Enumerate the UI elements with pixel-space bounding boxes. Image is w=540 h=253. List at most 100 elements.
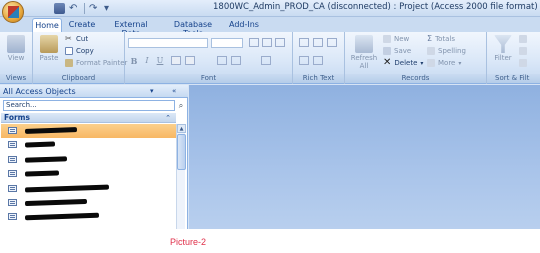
copy-button[interactable]: Copy <box>65 47 94 55</box>
form-icon <box>8 155 17 163</box>
list-item[interactable] <box>1 210 176 224</box>
new-record-button[interactable]: New <box>383 35 409 43</box>
text-direction-icon[interactable] <box>313 56 323 65</box>
list-item[interactable] <box>1 124 176 139</box>
save-label: Save <box>394 47 412 55</box>
copy-label: Copy <box>76 47 94 55</box>
search-input[interactable]: Search... <box>3 100 175 111</box>
sigma-icon: Σ <box>427 34 433 43</box>
list-item[interactable] <box>1 196 176 210</box>
view-icon <box>7 35 25 53</box>
clear-sort-button[interactable] <box>519 59 527 67</box>
redacted-name <box>24 156 68 163</box>
delete-record-button[interactable]: ✕ Delete ▾ <box>383 58 423 68</box>
qat-dropdown-icon[interactable]: ▾ <box>104 3 115 14</box>
sort-filter-group-label: Sort & Filt <box>487 74 540 83</box>
sort-asc-button[interactable] <box>519 35 527 43</box>
align-center-icon[interactable] <box>262 38 272 47</box>
undo-icon[interactable]: ↶ <box>69 3 80 14</box>
font-size-dropdown[interactable] <box>211 38 243 48</box>
list-item[interactable] <box>1 182 176 196</box>
navigation-pane: All Access Objects ▾ « Search... ⌕ Forms… <box>0 85 188 229</box>
clipboard-group-label: Clipboard <box>33 74 124 83</box>
filter-button[interactable]: Filter <box>490 35 516 62</box>
more-dropdown-icon: ▾ <box>458 59 462 67</box>
gridlines-icon[interactable] <box>217 56 227 65</box>
form-icon <box>8 184 17 192</box>
forms-list <box>1 124 176 225</box>
spelling-button[interactable]: Spelling <box>427 47 466 55</box>
ribbon: View Views Paste ✂ Cut Copy Format Paint… <box>0 32 540 84</box>
decrease-indent-icon[interactable] <box>327 38 337 47</box>
collapse-section-icon[interactable]: ⌃ <box>165 113 171 123</box>
nav-dropdown-icon[interactable]: ▾ <box>150 87 154 95</box>
align-left-icon[interactable] <box>249 38 259 47</box>
save-record-button[interactable]: Save <box>383 47 411 55</box>
save-icon[interactable] <box>54 3 65 14</box>
form-icon <box>8 198 17 206</box>
tab-add-ins[interactable]: Add-Ins <box>228 18 260 32</box>
font-group-label: Font <box>125 74 292 83</box>
spelling-icon <box>427 47 435 55</box>
alternate-fill-icon[interactable] <box>231 56 241 65</box>
save-record-icon <box>383 47 391 55</box>
rich-text-group-label: Rich Text <box>293 74 344 83</box>
nav-pane-header[interactable]: All Access Objects ▾ « <box>0 85 188 98</box>
tab-database-tools[interactable]: Database Tools <box>163 18 223 38</box>
format-painter-button[interactable]: Format Painter <box>65 59 127 67</box>
totals-button[interactable]: Σ Totals <box>427 34 455 44</box>
image-caption: Picture-2 <box>170 237 207 247</box>
font-color-icon[interactable] <box>171 56 181 65</box>
bold-button[interactable]: B <box>129 56 139 66</box>
cut-button[interactable]: ✂ Cut <box>65 35 88 44</box>
refresh-icon <box>355 35 373 53</box>
clipboard-group: Paste ✂ Cut Copy Format Painter Clipboar… <box>33 32 127 84</box>
font-group: B I U Font <box>125 32 293 84</box>
indent-icon[interactable] <box>261 56 271 65</box>
title-bar: ↶ ↷ ▾ 1800WC_Admin_PROD_CA (disconnected… <box>0 0 540 17</box>
list-item[interactable] <box>1 153 176 167</box>
paste-button[interactable]: Paste <box>36 35 62 62</box>
nav-scrollbar[interactable]: ▲ <box>176 124 186 229</box>
nav-pane-title: All Access Objects <box>3 87 76 96</box>
ribbon-tabs: Home Create External Data Database Tools… <box>0 17 540 38</box>
list-item[interactable] <box>1 138 176 152</box>
list-item[interactable] <box>1 167 176 181</box>
tab-create[interactable]: Create <box>66 18 98 32</box>
scroll-thumb[interactable] <box>177 134 186 170</box>
tab-external-data[interactable]: External Data <box>104 18 158 38</box>
records-group: Refresh All New Save ✕ Delete ▾ Σ Totals <box>345 32 487 84</box>
underline-button[interactable]: U <box>155 56 165 66</box>
tab-home[interactable]: Home <box>32 18 62 32</box>
quick-access-toolbar: ↶ ↷ ▾ <box>28 2 115 15</box>
form-icon <box>8 170 17 178</box>
paste-icon <box>40 35 58 53</box>
access-window: ↶ ↷ ▾ 1800WC_Admin_PROD_CA (disconnected… <box>0 0 540 229</box>
highlight-icon[interactable] <box>299 56 309 65</box>
filter-icon <box>494 35 512 53</box>
forms-section-header[interactable]: Forms ⌃ <box>1 113 176 123</box>
numbering-icon[interactable] <box>313 38 323 47</box>
italic-button[interactable]: I <box>142 56 152 66</box>
form-icon <box>8 213 17 221</box>
sort-desc-button[interactable] <box>519 47 527 55</box>
collapse-pane-icon[interactable]: « <box>172 87 176 95</box>
views-group: View Views <box>0 32 33 84</box>
redacted-name <box>24 141 56 148</box>
scroll-up-icon[interactable]: ▲ <box>177 124 186 133</box>
redo-icon[interactable]: ↷ <box>89 3 100 14</box>
font-name-dropdown[interactable] <box>128 38 208 48</box>
fill-color-icon[interactable] <box>185 56 195 65</box>
refresh-all-button[interactable]: Refresh All <box>349 35 379 70</box>
redacted-name <box>24 127 78 134</box>
new-record-icon <box>383 35 391 43</box>
office-button[interactable] <box>2 1 24 23</box>
clear-sort-icon <box>519 59 527 67</box>
bullets-icon[interactable] <box>299 38 309 47</box>
form-icon <box>8 127 17 134</box>
view-button[interactable]: View <box>3 35 29 62</box>
align-right-icon[interactable] <box>275 38 285 47</box>
more-button[interactable]: More ▾ <box>427 59 461 67</box>
search-icon[interactable]: ⌕ <box>176 100 186 111</box>
redacted-name <box>24 170 60 177</box>
